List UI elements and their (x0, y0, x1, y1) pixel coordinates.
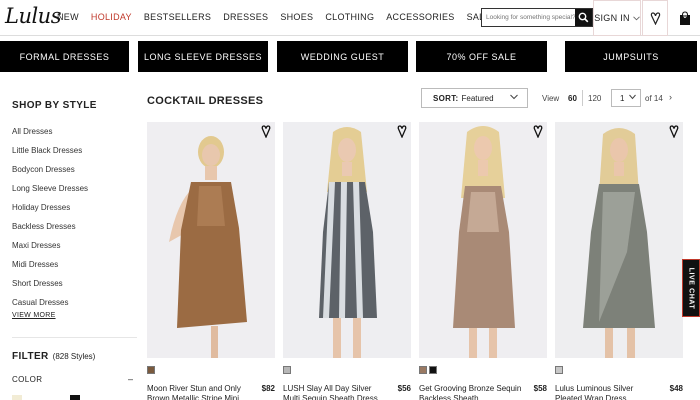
sidebar-divider (12, 337, 137, 338)
nav-item-dresses[interactable]: DRESSES (223, 12, 268, 22)
sort-value: Featured (461, 93, 494, 103)
search-input[interactable] (482, 9, 576, 26)
view-more-link[interactable]: VIEW MORE (12, 312, 56, 319)
search-icon (578, 12, 589, 23)
style-item-all-dresses[interactable]: All Dresses (12, 127, 88, 146)
heart-icon (650, 11, 660, 25)
nav-item-accessories[interactable]: ACCESSORIES (386, 12, 454, 22)
view-divider (582, 90, 583, 106)
main-menu: NEW HOLIDAY BESTSELLERS DRESSES SHOES CL… (57, 12, 503, 22)
view-label: View (542, 94, 560, 103)
page: Lulus NEW HOLIDAY BESTSELLERS DRESSES SH… (0, 0, 700, 400)
product-price: $48 (669, 384, 683, 393)
product-price: $58 (533, 384, 547, 393)
nav-item-holiday[interactable]: HOLIDAY (91, 12, 132, 22)
color-swatch-black[interactable] (70, 395, 80, 400)
shop-by-style-heading: SHOP BY STYLE (12, 100, 97, 111)
filter-count: (828 Styles) (52, 352, 96, 361)
chevron-down-icon (629, 94, 636, 100)
category-jumpsuits[interactable]: JUMPSUITS (565, 41, 697, 72)
product-image[interactable] (419, 122, 547, 358)
category-70-off-sale[interactable]: 70% OFF SALE (416, 41, 547, 72)
product-name[interactable]: Lulus Luminous Silver Pleated Wrap Dress (555, 384, 661, 400)
heart-icon[interactable] (533, 125, 543, 138)
bag-count: 0 (683, 14, 687, 20)
style-item-maxi-dresses[interactable]: Maxi Dresses (12, 241, 88, 260)
top-nav: Lulus NEW HOLIDAY BESTSELLERS DRESSES SH… (0, 0, 700, 36)
chevron-down-icon (510, 94, 518, 100)
nav-item-clothing[interactable]: CLOTHING (325, 12, 374, 22)
page-select[interactable]: 1 (611, 89, 641, 107)
next-page-button[interactable]: › (669, 92, 672, 102)
nav-item-bestsellers[interactable]: BESTSELLERS (144, 12, 211, 22)
color-swatch[interactable] (283, 366, 291, 374)
color-filter-toggle[interactable]: COLOR (12, 375, 42, 384)
heart-icon[interactable] (397, 125, 407, 138)
style-item-short-dresses[interactable]: Short Dresses (12, 279, 88, 298)
collapse-icon[interactable]: – (128, 374, 133, 384)
category-long-sleeve-dresses[interactable]: LONG SLEEVE DRESSES (138, 41, 268, 72)
style-item-backless-dresses[interactable]: Backless Dresses (12, 222, 88, 241)
view-60-option[interactable]: 60 (568, 94, 577, 103)
nav-item-shoes[interactable]: SHOES (280, 12, 313, 22)
sort-dropdown[interactable]: SORT: Featured (421, 88, 528, 108)
color-swatch[interactable] (419, 366, 427, 374)
page-title: COCKTAIL DRESSES (147, 95, 264, 107)
logo[interactable]: Lulus (5, 4, 62, 28)
product-photo-model (419, 122, 547, 358)
page-total: of 14 (645, 94, 663, 103)
sort-label: SORT: (433, 93, 459, 103)
style-item-midi-dresses[interactable]: Midi Dresses (12, 260, 88, 279)
style-item-bodycon-dresses[interactable]: Bodycon Dresses (12, 165, 88, 184)
chevron-down-icon (632, 15, 640, 20)
product-name[interactable]: LUSH Slay All Day Silver Multi Sequin Sh… (283, 384, 389, 400)
style-item-little-black-dresses[interactable]: Little Black Dresses (12, 146, 88, 165)
category-bar: FORMAL DRESSES LONG SLEEVE DRESSES WEDDI… (0, 41, 700, 72)
sign-in-button[interactable]: SIGN IN (593, 0, 641, 36)
color-swatch[interactable] (555, 366, 563, 374)
category-wedding-guest[interactable]: WEDDING GUEST (277, 41, 408, 72)
product-price: $56 (397, 384, 411, 393)
product-price: $82 (261, 384, 275, 393)
heart-icon[interactable] (261, 125, 271, 138)
product-photo-model (555, 122, 683, 358)
product-image[interactable] (283, 122, 411, 358)
heart-icon[interactable] (669, 125, 679, 138)
style-item-long-sleeve-dresses[interactable]: Long Sleeve Dresses (12, 184, 88, 203)
filter-heading: FILTER (828 Styles) (12, 351, 95, 362)
page-number: 1 (620, 93, 625, 103)
search-box (481, 8, 593, 27)
style-item-holiday-dresses[interactable]: Holiday Dresses (12, 203, 88, 222)
color-swatch[interactable] (147, 366, 155, 374)
view-120-option[interactable]: 120 (588, 94, 601, 103)
category-formal-dresses[interactable]: FORMAL DRESSES (0, 41, 129, 72)
product-name[interactable]: Moon River Stun and Only Brown Metallic … (147, 384, 253, 400)
product-photo-model (147, 122, 275, 358)
wishlist-button[interactable] (642, 0, 668, 36)
nav-item-new[interactable]: NEW (57, 12, 79, 22)
live-chat-button[interactable]: LIVE CHAT (682, 259, 700, 317)
search-button[interactable] (575, 9, 592, 26)
product-image[interactable] (555, 122, 683, 358)
sign-in-label: SIGN IN (594, 13, 630, 23)
product-image[interactable] (147, 122, 275, 358)
color-swatch[interactable] (429, 366, 437, 374)
filter-label: FILTER (12, 351, 49, 362)
product-name[interactable]: Get Grooving Bronze Sequin Backless Shea… (419, 384, 525, 400)
color-swatch-cream[interactable] (12, 395, 22, 400)
product-photo-model (283, 122, 411, 358)
bag-button[interactable]: 0 (670, 0, 700, 36)
style-list: All Dresses Little Black Dresses Bodycon… (12, 127, 88, 317)
live-chat-label: LIVE CHAT (687, 267, 695, 309)
